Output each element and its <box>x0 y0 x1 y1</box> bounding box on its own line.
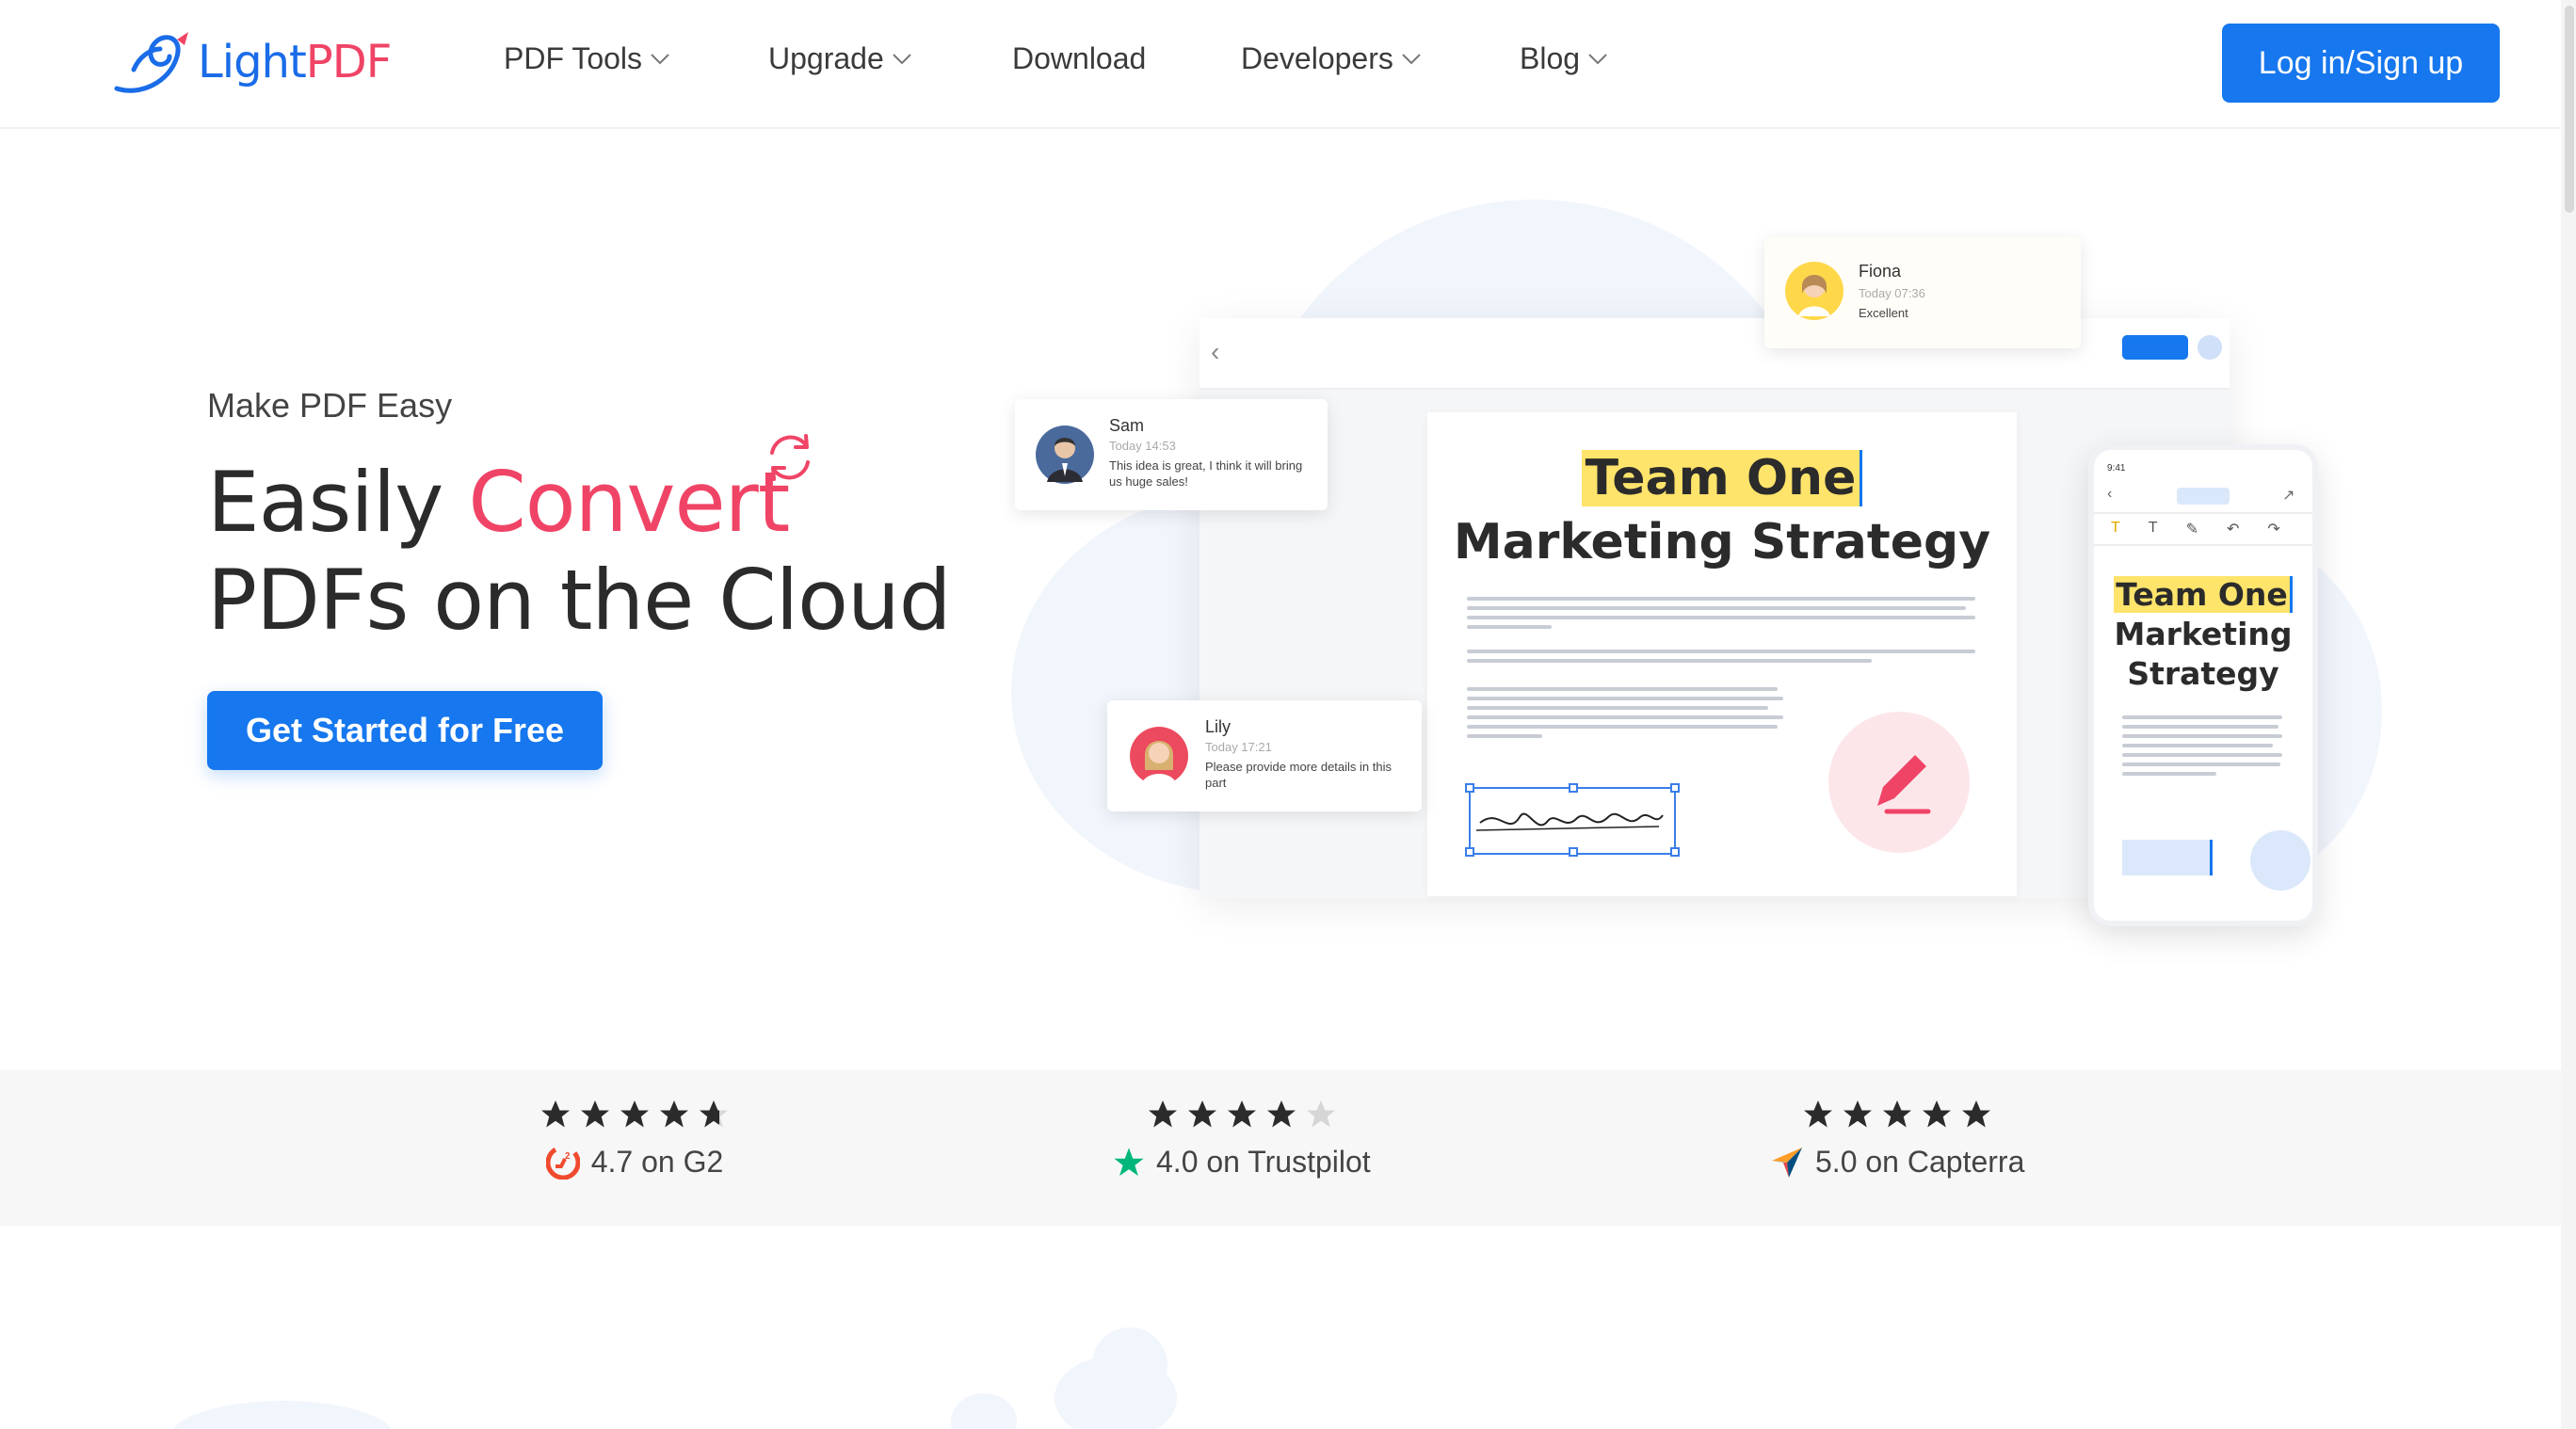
phone-doc-title-line2: Marketing <box>2114 616 2293 652</box>
redo-icon: ↷ <box>2267 522 2280 538</box>
resize-handle <box>1670 783 1680 793</box>
doc-paragraph <box>1467 650 1975 668</box>
doc-paragraph <box>1467 687 1787 744</box>
capterra-icon <box>1772 1147 1802 1178</box>
star-rating <box>539 1098 731 1132</box>
chevron-down-icon <box>1402 53 1421 64</box>
signature-scribble <box>1475 812 1664 831</box>
resize-handle <box>1569 847 1578 857</box>
avatar <box>1785 262 1843 320</box>
top-navigation: LightPDF PDF Tools Upgrade Download Deve… <box>0 0 2561 129</box>
star-icon <box>660 1100 688 1128</box>
login-signup-button[interactable]: Log in/Sign up <box>2222 24 2500 103</box>
bird-logo-icon <box>114 32 188 93</box>
partial-star-icon <box>700 1100 728 1128</box>
rating-g2: 2 4.7 on G2 <box>539 1098 731 1180</box>
resize-handle <box>1465 783 1474 793</box>
back-arrow-icon: ‹ <box>1211 337 1220 366</box>
star-icon <box>620 1100 649 1128</box>
svg-text:2: 2 <box>565 1151 571 1162</box>
refresh-convert-icon <box>770 434 810 481</box>
phone-toolbar: T T ✎ ↶ ↷ <box>2111 520 2280 538</box>
comment-card-fiona: Fiona Today 07:36 Excellent <box>1764 237 2081 348</box>
get-started-button[interactable]: Get Started for Free <box>207 691 603 770</box>
star-icon <box>1227 1100 1256 1128</box>
phone-action-button <box>2250 830 2310 891</box>
star-icon <box>1843 1100 1873 1128</box>
pen-edit-icon <box>1828 712 1970 853</box>
chevron-down-icon <box>651 53 669 64</box>
phone-input-field <box>2122 840 2213 875</box>
phone-doc-title-line3: Strategy <box>2127 655 2279 692</box>
doc-paragraph <box>1467 597 1975 634</box>
trustpilot-star-icon <box>1114 1147 1144 1176</box>
rating-capterra: 5.0 on Capterra <box>1770 1098 2024 1180</box>
chevron-down-icon <box>1588 53 1607 64</box>
lightpdf-logo[interactable]: LightPDF <box>111 28 392 96</box>
star-icon <box>1962 1100 1991 1128</box>
decorative-cloud <box>951 1393 1017 1429</box>
nav-item-download[interactable]: Download <box>1012 41 1146 76</box>
signature-field <box>1465 783 1680 857</box>
star-icon <box>541 1100 570 1128</box>
phone-back-icon: ‹ <box>2107 486 2113 502</box>
avatar <box>1036 425 1094 484</box>
rating-trustpilot: 4.0 on Trustpilot <box>1113 1098 1371 1180</box>
empty-star-icon <box>1306 1100 1335 1128</box>
edit-button <box>2122 335 2188 360</box>
hero-tagline: Make PDF Easy <box>207 386 453 425</box>
phone-doc-title-highlighted: Team One <box>2094 576 2312 613</box>
nav-item-upgrade[interactable]: Upgrade <box>768 41 912 76</box>
star-icon <box>1266 1100 1296 1128</box>
text-icon: T <box>2148 520 2158 536</box>
resize-handle <box>1465 847 1474 857</box>
star-icon <box>581 1100 609 1128</box>
logo-wordmark: LightPDF <box>198 36 392 88</box>
highlight-text-icon: T <box>2111 520 2120 536</box>
decorative-cloud <box>169 1401 395 1429</box>
pen-icon: ✎ <box>2185 522 2198 538</box>
star-icon <box>1148 1100 1177 1128</box>
phone-paragraph <box>2122 715 2284 781</box>
share-icon: ↗ <box>2282 488 2295 504</box>
star-icon <box>1804 1100 1833 1128</box>
nav-item-developers[interactable]: Developers <box>1241 41 1422 76</box>
decorative-cloud <box>1092 1327 1167 1403</box>
resize-handle <box>1670 847 1680 857</box>
star-icon <box>1883 1100 1912 1128</box>
star-rating <box>1146 1098 1338 1132</box>
chevron-down-icon <box>893 53 911 64</box>
scrollbar-thumb[interactable] <box>2565 6 2574 213</box>
comment-card-sam: Sam Today 14:53 This idea is great, I th… <box>1015 399 1328 510</box>
star-icon <box>1187 1100 1216 1128</box>
star-rating <box>1801 1098 1993 1132</box>
doc-title-highlighted: Team One <box>1427 450 2017 506</box>
nav-item-blog[interactable]: Blog <box>1520 41 1608 76</box>
avatar <box>1130 727 1188 785</box>
undo-icon: ↶ <box>2226 522 2240 538</box>
star-icon <box>1923 1100 1952 1128</box>
page-scrollbar[interactable] <box>2561 0 2576 1429</box>
comment-card-lily: Lily Today 17:21 Please provide more det… <box>1107 700 1422 811</box>
phone-mockup: 9:41 ‹ ↗ T T ✎ ↶ ↷ Team One Marketing Strate… <box>2088 444 2318 926</box>
g2-icon: 2 <box>545 1145 580 1180</box>
doc-title-line2: Marketing Strategy <box>1453 514 1991 570</box>
avatar <box>2198 335 2222 360</box>
ratings-band: 2 4.7 on G2 4.0 on Trustpilot 5.0 on Cap… <box>0 1069 2561 1226</box>
resize-handle <box>1569 783 1578 793</box>
phone-title-pill <box>2177 488 2230 505</box>
nav-item-pdf-tools[interactable]: PDF Tools <box>504 41 670 76</box>
pdf-document-preview: Team One Marketing Strategy <box>1427 412 2017 896</box>
hero-title: Easily Convert PDFs on the Cloud <box>207 454 952 649</box>
